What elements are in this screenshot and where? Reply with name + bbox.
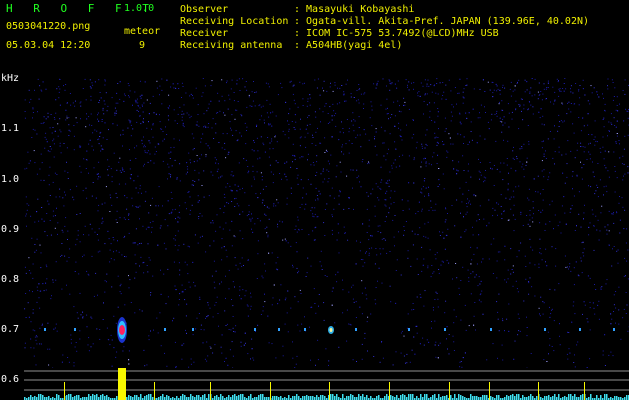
info-observer-label: Observer — [180, 4, 229, 15]
hroft-screen: H R O F F T 1.0.0 0503041220.png meteor … — [0, 0, 629, 400]
meteor-count: 9 — [139, 40, 146, 51]
y-tick-label: 0.9 — [1, 224, 20, 235]
spectrogram-background — [24, 78, 629, 368]
info-receiver-label: Receiver — [180, 28, 229, 39]
meteor-echo-main — [117, 317, 127, 343]
info-receiver-value: : ICOM IC-575 53.7492(@LCD)MHz USB — [294, 28, 499, 39]
info-observer-value: : Masayuki Kobayashi — [294, 4, 415, 15]
meteor-echo-small — [328, 326, 334, 334]
y-axis-unit: kHz — [1, 73, 20, 84]
y-tick-label: 0.8 — [1, 274, 20, 285]
y-tick-label: 1.1 — [1, 123, 20, 134]
app-version: 1.0.0 — [124, 3, 155, 14]
y-tick-label: 0.7 — [1, 324, 20, 335]
signal-level-panel — [24, 368, 629, 400]
datetime: 05.03.04 12:20 — [6, 40, 91, 51]
info-antenna-value: : A504HB(yagi 4el) — [294, 40, 403, 51]
info-antenna-label: Receiving antenna — [180, 40, 283, 51]
info-location-label: Receiving Location — [180, 16, 289, 27]
y-tick-label: 1.0 — [1, 174, 20, 185]
y-tick-label: 0.6 — [1, 374, 20, 385]
meteor-level-peak — [118, 368, 126, 400]
info-location-value: : Ogata-vill. Akita-Pref. JAPAN (139.96E… — [294, 16, 590, 27]
filename: 0503041220.png — [6, 21, 91, 32]
spectrogram — [24, 78, 629, 368]
meteor-label: meteor — [124, 26, 161, 37]
